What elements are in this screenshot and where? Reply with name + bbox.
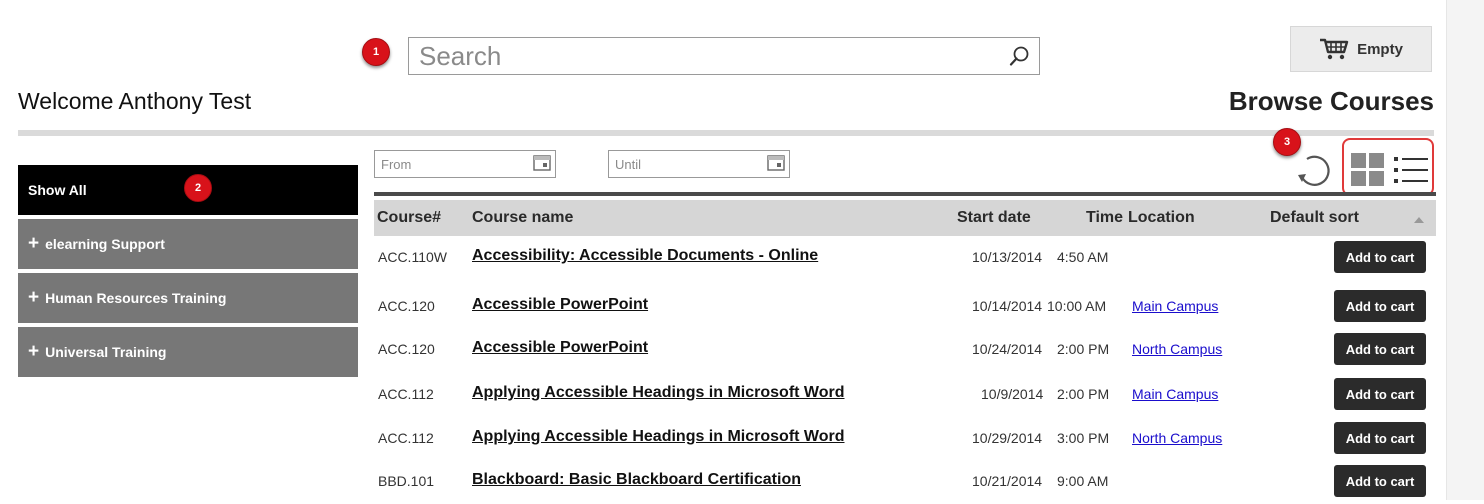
expand-icon: + <box>28 287 40 308</box>
sidebar-item-label: Human Resources Training <box>45 290 227 306</box>
course-number: ACC.112 <box>378 430 434 446</box>
refresh-icon[interactable] <box>1294 150 1334 190</box>
callout-badge-3: 3 <box>1273 128 1301 156</box>
start-date: 10/21/2014 <box>972 473 1043 489</box>
course-name-link[interactable]: Accessible PowerPoint <box>472 296 648 314</box>
course-name-link[interactable]: Applying Accessible Headings in Microsof… <box>472 384 845 402</box>
until-date-field[interactable] <box>608 150 790 178</box>
grid-view-icon[interactable] <box>1351 153 1384 186</box>
callout-badge-2: 2 <box>184 174 212 202</box>
table-row: ACC.112 Applying Accessible Headings in … <box>374 373 1436 417</box>
start-time: 2:00 PM <box>1057 386 1110 402</box>
expand-icon: + <box>28 233 40 254</box>
table-row: BBD.101 Blackboard: Basic Blackboard Cer… <box>374 460 1436 504</box>
sidebar-item-label: Universal Training <box>45 344 167 360</box>
search-box[interactable] <box>408 37 1040 75</box>
course-name-link[interactable]: Accessibility: Accessible Documents - On… <box>472 247 818 265</box>
table-top-border <box>374 192 1436 196</box>
search-input[interactable] <box>419 40 999 72</box>
location-link[interactable]: Main Campus <box>1132 386 1218 402</box>
table-row: ACC.112 Applying Accessible Headings in … <box>374 417 1436 461</box>
list-view-icon[interactable] <box>1394 155 1428 185</box>
column-header-start-date[interactable]: Start date <box>957 209 1031 227</box>
start-date: 10/9/2014 <box>981 386 1044 402</box>
sidebar-item-human-resources-training[interactable]: + Human Resources Training <box>18 273 358 323</box>
location-link[interactable]: Main Campus <box>1132 298 1218 314</box>
course-number: ACC.112 <box>378 386 434 402</box>
start-time: 10:00 AM <box>1047 298 1107 314</box>
course-number: ACC.120 <box>378 298 435 314</box>
expand-icon: + <box>28 341 40 362</box>
location-link[interactable]: North Campus <box>1132 341 1222 357</box>
add-to-cart-button[interactable]: Add to cart <box>1334 333 1426 365</box>
cart-button[interactable]: Empty <box>1290 26 1432 72</box>
start-date: 10/13/2014 <box>972 249 1043 265</box>
start-time: 2:00 PM <box>1057 341 1110 357</box>
start-date: 10/24/2014 <box>972 341 1043 357</box>
course-number: ACC.110W <box>378 249 447 265</box>
column-header-course-name[interactable]: Course name <box>472 209 573 227</box>
column-header-location[interactable]: Location <box>1128 209 1195 227</box>
calendar-icon[interactable] <box>767 155 785 171</box>
course-name-link[interactable]: Blackboard: Basic Blackboard Certificati… <box>472 471 801 489</box>
cart-label: Empty <box>1357 40 1403 58</box>
column-header-course-number[interactable]: Course# <box>377 209 441 227</box>
add-to-cart-button[interactable]: Add to cart <box>1334 465 1426 497</box>
view-toggle-group <box>1342 138 1434 196</box>
callout-badge-1: 1 <box>362 38 390 66</box>
table-row: ACC.120 Accessible PowerPoint 10/14/2014… <box>374 285 1436 329</box>
sidebar-item-label: elearning Support <box>45 236 165 252</box>
add-to-cart-button[interactable]: Add to cart <box>1334 422 1426 454</box>
start-time: 9:00 AM <box>1057 473 1109 489</box>
start-date: 10/14/2014 <box>972 298 1043 314</box>
search-icon[interactable] <box>1009 45 1031 67</box>
until-date-input[interactable] <box>615 154 745 174</box>
calendar-icon[interactable] <box>533 155 551 171</box>
default-sort-label[interactable]: Default sort <box>1270 209 1359 227</box>
start-time: 4:50 AM <box>1057 249 1109 265</box>
sidebar-item-label: Show All <box>28 182 87 198</box>
add-to-cart-button[interactable]: Add to cart <box>1334 241 1426 273</box>
course-number: ACC.120 <box>378 341 435 357</box>
course-name-link[interactable]: Applying Accessible Headings in Microsof… <box>472 428 845 446</box>
column-header-time[interactable]: Time <box>1086 209 1123 227</box>
table-row: ACC.120 Accessible PowerPoint 10/24/2014… <box>374 328 1436 372</box>
page-title: Browse Courses <box>1228 86 1434 116</box>
add-to-cart-button[interactable]: Add to cart <box>1334 290 1426 322</box>
course-number: BBD.101 <box>378 473 435 489</box>
add-to-cart-button[interactable]: Add to cart <box>1334 378 1426 410</box>
course-name-link[interactable]: Accessible PowerPoint <box>472 339 648 357</box>
from-date-field[interactable] <box>374 150 556 178</box>
start-date: 10/29/2014 <box>972 430 1043 446</box>
from-date-input[interactable] <box>381 154 511 174</box>
start-time: 3:00 PM <box>1057 430 1110 446</box>
welcome-message: Welcome Anthony Test <box>18 88 252 114</box>
sort-caret-icon[interactable] <box>1414 217 1424 223</box>
table-row: ACC.110W Accessibility: Accessible Docum… <box>374 236 1436 280</box>
sidebar-item-universal-training[interactable]: + Universal Training <box>18 327 358 377</box>
header-divider <box>18 130 1434 136</box>
sidebar-item-elearning-support[interactable]: + elearning Support <box>18 219 358 269</box>
page-edge-panel <box>1446 0 1484 500</box>
shopping-cart-icon <box>1320 38 1349 60</box>
location-link[interactable]: North Campus <box>1132 430 1222 446</box>
